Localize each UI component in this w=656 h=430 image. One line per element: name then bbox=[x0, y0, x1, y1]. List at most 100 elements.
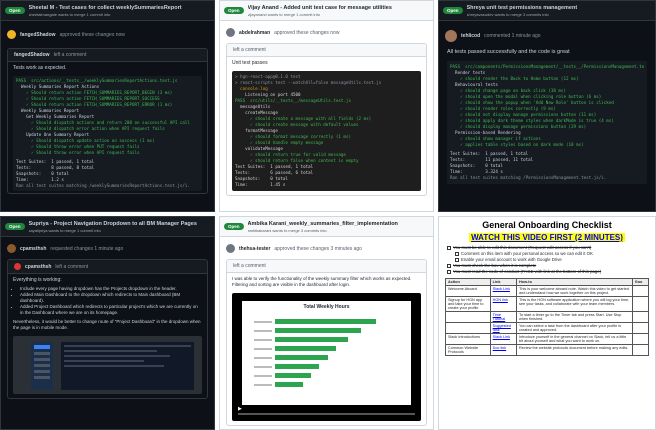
table-header: Action bbox=[445, 278, 491, 286]
video-link[interactable]: WATCH THIS VIDEO FIRST (2 MINUTES) bbox=[469, 233, 625, 242]
avatar[interactable] bbox=[14, 263, 21, 270]
video-frame: Total Weekly Hours bbox=[242, 301, 411, 405]
panel-pr-message-utils: Open Vijay Anand - Added unit test case … bbox=[219, 0, 434, 212]
checkbox[interactable] bbox=[447, 245, 451, 250]
table-link[interactable]: Suggested task bbox=[489, 322, 518, 334]
chart-bar-label bbox=[254, 365, 272, 368]
bar-chart bbox=[242, 313, 411, 393]
chart-bar bbox=[275, 319, 377, 324]
checkbox[interactable] bbox=[455, 251, 459, 256]
pr-subtitle: shreyavasudev wants to merge 3 commits i… bbox=[466, 11, 549, 17]
avatar[interactable] bbox=[226, 28, 235, 37]
checklist-item[interactable]: You must read the code of conduct (PAGE … bbox=[447, 269, 647, 274]
checklist-item[interactable]: Comment on this item with your personal … bbox=[455, 251, 647, 256]
bullet-item: Added Main Dashboard to the dropdown whi… bbox=[20, 292, 202, 304]
chart-bar-label bbox=[254, 329, 272, 332]
pr-title[interactable]: Sheetal M - Test cases for collect weekl… bbox=[29, 5, 182, 11]
chart-bar-label bbox=[254, 338, 272, 341]
approval-row: thehsa-tester approved these changes 3 m… bbox=[220, 241, 433, 256]
chart-bar bbox=[275, 337, 348, 342]
table-header: Goo bbox=[631, 278, 650, 286]
avatar[interactable] bbox=[445, 30, 457, 42]
pr-header: Open Supriya - Project Navigation Dropdo… bbox=[1, 217, 214, 237]
comment-author[interactable]: fangedShadow bbox=[14, 52, 50, 58]
test-output: PASS src/actions/__tests__/weeklySummari… bbox=[13, 76, 202, 191]
bullet-item: Added Project Dashboard which redirects … bbox=[20, 304, 202, 316]
table-link[interactable]: Slack Link bbox=[489, 285, 518, 297]
dropdown-menu bbox=[31, 342, 53, 390]
chart-bar bbox=[275, 328, 361, 333]
chart-bar-row bbox=[254, 373, 399, 378]
pr-status-badge: Open bbox=[443, 7, 463, 14]
avatar[interactable] bbox=[226, 244, 235, 253]
reviewer-name[interactable]: abdelrahman bbox=[239, 30, 270, 36]
chart-bar-label bbox=[254, 347, 272, 350]
doc-title: General Onboarding Checklist bbox=[482, 220, 612, 230]
checklist-item[interactable]: Enable your email account to work with G… bbox=[455, 257, 647, 262]
pr-subtitle: sayalipriya wants to merge 1 commit into bbox=[28, 227, 101, 233]
pr-header: Open Sheetal M - Test cases for collect … bbox=[1, 1, 214, 21]
table-row: Signup for HGN app and take your time to… bbox=[445, 296, 650, 312]
reviewer-name[interactable]: thehsa-tester bbox=[239, 246, 270, 252]
checkbox[interactable] bbox=[455, 257, 459, 262]
comment-body: All tests passed successfully and the co… bbox=[447, 49, 570, 55]
panel-onboarding-doc: General Onboarding Checklist WATCH THIS … bbox=[438, 216, 656, 430]
pr-subtitle: vijayanand wants to merge 1 commit into bbox=[247, 11, 320, 17]
chart-bar-label bbox=[254, 374, 272, 377]
avatar[interactable] bbox=[7, 244, 16, 253]
approval-text: approved these changes 3 minutes ago bbox=[274, 245, 362, 252]
checkbox[interactable] bbox=[447, 269, 451, 274]
chart-bar-label bbox=[254, 356, 272, 359]
video-progress-track[interactable] bbox=[238, 413, 415, 415]
comment-body: Everything is working: bbox=[13, 277, 62, 283]
pr-subtitle: ambikakarani wants to merge 3 commits in… bbox=[247, 227, 327, 233]
pr-subtitle: sheetalmangate wants to merge 1 commit i… bbox=[28, 11, 111, 17]
chart-bar-label bbox=[254, 320, 272, 323]
reviewer-name[interactable]: cpamsthsh bbox=[20, 246, 46, 252]
comment-header: tehlicod commented 1 minute ago bbox=[439, 27, 655, 45]
chart-bar-row bbox=[254, 355, 399, 360]
approval-text: requested changes 1 minute ago bbox=[50, 245, 124, 252]
chart-bar-row bbox=[254, 364, 399, 369]
table-link[interactable]: Doc link bbox=[489, 344, 518, 356]
checklist-item[interactable]: You must check the box when it is comple… bbox=[447, 263, 647, 268]
pr-title[interactable]: Supriya - Project Navigation Dropdown to… bbox=[29, 221, 197, 227]
chart-title: Total Weekly Hours bbox=[303, 304, 350, 310]
checklist-item[interactable]: You must be able to edit this document (… bbox=[447, 245, 647, 250]
reviewer-name[interactable]: fangedShadow bbox=[20, 32, 56, 38]
table-row: Suggested task You can select a task fro… bbox=[445, 322, 650, 334]
pr-header: Open Vijay Anand - Added unit test case … bbox=[220, 1, 433, 21]
table-link[interactable]: HGN link bbox=[489, 296, 518, 312]
pr-status-badge: Open bbox=[5, 7, 25, 14]
checkbox[interactable] bbox=[447, 263, 451, 268]
table-link[interactable]: Slack Link bbox=[489, 333, 518, 345]
chart-bar-label bbox=[254, 383, 272, 386]
avatar[interactable] bbox=[7, 30, 16, 39]
pr-title[interactable]: Vijay Anand - Added unit test case for m… bbox=[248, 5, 392, 11]
pr-title[interactable]: Ambika Karani_weekly_summaries_filter_im… bbox=[248, 221, 398, 227]
comment-header: left a comment bbox=[227, 260, 426, 273]
pr-status-badge: Open bbox=[224, 223, 244, 230]
comment-meta: left a comment bbox=[233, 263, 266, 269]
bullet-list: Include every page having dropdown has t… bbox=[8, 286, 207, 316]
review-comment: cpamsthsh left a comment Everything is w… bbox=[7, 259, 208, 399]
comment-header: fangedShadow left a comment bbox=[8, 49, 207, 62]
video-player[interactable]: Total Weekly Hours ▶ bbox=[232, 293, 421, 421]
comment-meta: left a comment bbox=[55, 263, 89, 270]
chart-bar-row bbox=[254, 319, 399, 324]
play-icon[interactable]: ▶ bbox=[238, 406, 242, 412]
summary-line: Ran all test suites matching /weeklySumm… bbox=[16, 183, 190, 188]
onboarding-table: Action Link How-to Goo Welcome Aboard Sl… bbox=[445, 278, 650, 356]
chart-bar bbox=[275, 382, 303, 387]
chart-bar bbox=[275, 355, 328, 360]
pr-title[interactable]: Shreya unit test permissions management bbox=[467, 5, 578, 11]
chart-bar bbox=[275, 364, 319, 369]
pr-header: Open Shreya unit test permissions manage… bbox=[439, 1, 655, 21]
approval-text: approved these changes now bbox=[274, 29, 340, 36]
table-link[interactable]: Time Tutorial bbox=[489, 311, 518, 323]
comment-author[interactable]: cpamsthsh bbox=[25, 264, 51, 270]
comment-author[interactable]: tehlicod bbox=[461, 33, 480, 39]
approval-row: cpamsthsh requested changes 1 minute ago bbox=[1, 241, 214, 256]
table-row: Common Website Protocols Doc link Review… bbox=[445, 344, 650, 356]
chart-bar bbox=[275, 346, 336, 351]
